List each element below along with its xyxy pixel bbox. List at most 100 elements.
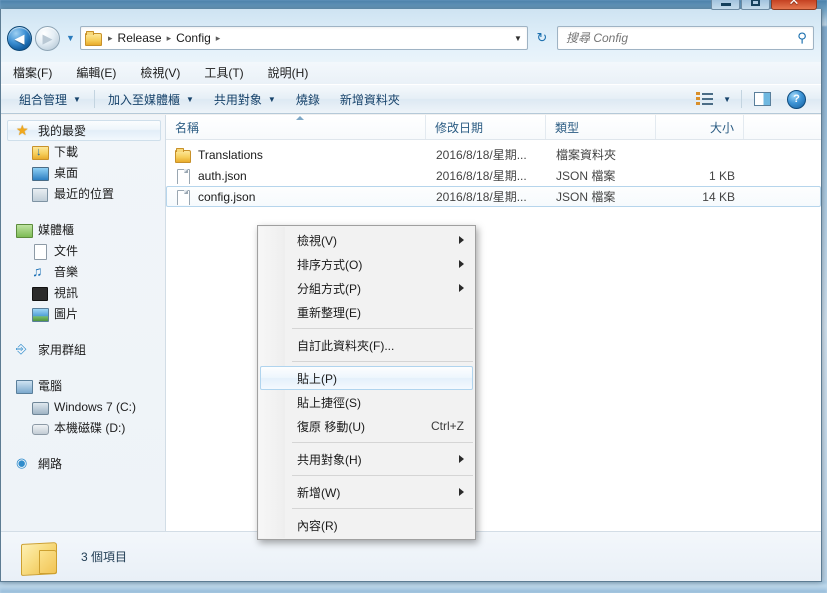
toolbar-burn-label: 燒錄 (295, 92, 320, 107)
breadcrumb-item-release[interactable]: Release (118, 31, 162, 45)
sidebar-item-label: 網路 (38, 457, 63, 471)
sidebar-item-os-drive[interactable]: Windows 7 (C:) (1, 396, 165, 417)
context-menu-item-paste-shortcut[interactable]: 貼上捷徑(S) (258, 390, 475, 414)
file-date: 2016/8/18/星期... (436, 190, 527, 204)
recent-places-icon (32, 186, 48, 202)
breadcrumb: ▸ Release ▸ Config ▸ (81, 27, 509, 49)
maximize-button[interactable] (741, 0, 770, 10)
search-box[interactable]: ⚲ (557, 26, 814, 50)
back-button[interactable]: ◀ (7, 25, 32, 51)
sidebar-item-videos[interactable]: 視訊 (1, 282, 165, 303)
documents-icon (32, 243, 48, 260)
sidebar-item-label: 媒體櫃 (38, 223, 75, 237)
sidebar-item-local-disk-d[interactable]: 本機磁碟 (D:) (1, 417, 165, 438)
toolbar-new-folder-button[interactable]: 新增資料夾 (330, 87, 410, 111)
column-header-name[interactable]: 名稱 (166, 115, 426, 139)
toolbar: 組合管理 ▼ 加入至媒體櫃 ▼ 共用對象 ▼ 燒錄 新增資料夾 ▼ ? (1, 84, 821, 114)
menu-file[interactable]: 檔案(F) (1, 62, 64, 84)
context-menu-item-paste[interactable]: 貼上(P) (260, 366, 473, 390)
breadcrumb-separator-end[interactable]: ▸ (211, 33, 226, 44)
file-type: 檔案資料夾 (556, 148, 617, 162)
sidebar-item-homegroup[interactable]: ⎆ 家用群組 (1, 339, 165, 360)
sidebar-item-computer[interactable]: 電腦 (1, 375, 165, 396)
breadcrumb-separator: ▸ (108, 32, 113, 43)
toolbar-share-with-button[interactable]: 共用對象 ▼ (204, 87, 286, 111)
table-row[interactable]: config.json 2016/8/18/星期... JSON 檔案 14 K… (166, 186, 821, 207)
context-menu-item-properties[interactable]: 內容(R) (258, 513, 475, 537)
menu-edit[interactable]: 編輯(E) (64, 62, 128, 84)
refresh-button[interactable]: ↻ (530, 27, 554, 49)
file-list: Translations 2016/8/18/星期... 檔案資料夾 auth.… (166, 140, 821, 207)
toolbar-include-in-library-button[interactable]: 加入至媒體櫃 ▼ (98, 87, 204, 111)
refresh-icon: ↻ (536, 30, 548, 45)
file-name: auth.json (198, 168, 247, 183)
sidebar-item-libraries[interactable]: 媒體櫃 (1, 219, 165, 240)
chevron-right-icon (459, 284, 464, 292)
column-header-size[interactable]: 大小 (656, 115, 744, 139)
window-caption-buttons: ✕ (711, 0, 817, 11)
chevron-down-icon: ▼ (514, 33, 522, 43)
context-menu-item-accelerator: Ctrl+Z (431, 419, 464, 433)
json-file-icon (175, 168, 191, 184)
breadcrumb-separator[interactable]: ▸ (162, 33, 177, 44)
context-menu-item-label: 貼上捷徑(S) (297, 395, 361, 410)
context-menu-item-refresh[interactable]: 重新整理(E) (258, 300, 475, 324)
context-menu-item-sort-by[interactable]: 排序方式(O) (258, 252, 475, 276)
toolbar-share-with-label: 共用對象 (213, 92, 262, 107)
table-row[interactable]: Translations 2016/8/18/星期... 檔案資料夾 (166, 144, 821, 165)
context-menu-item-new[interactable]: 新增(W) (258, 480, 475, 504)
desktop-icon (32, 165, 49, 181)
sidebar-item-label: 音樂 (54, 265, 79, 279)
toolbar-organize-button[interactable]: 組合管理 ▼ (9, 87, 91, 111)
sidebar-item-downloads[interactable]: 下載 (1, 141, 165, 162)
music-icon: ♫ (32, 262, 43, 279)
preview-pane-icon (754, 92, 771, 106)
sidebar-item-favorites[interactable]: ★ 我的最愛 (7, 120, 161, 141)
close-button[interactable]: ✕ (771, 0, 817, 10)
sidebar-item-music[interactable]: ♫ 音樂 (1, 261, 165, 282)
context-menu-item-share-with[interactable]: 共用對象(H) (258, 447, 475, 471)
column-header-date-modified[interactable]: 修改日期 (426, 115, 546, 139)
file-name: Translations (198, 147, 263, 162)
file-name-cell: Translations (167, 147, 427, 163)
search-icon[interactable]: ⚲ (791, 30, 813, 46)
table-row[interactable]: auth.json 2016/8/18/星期... JSON 檔案 1 KB (166, 165, 821, 186)
column-header-label: 大小 (709, 120, 734, 135)
sidebar-item-label: 本機磁碟 (D:) (54, 421, 126, 435)
context-menu-item-view[interactable]: 檢視(V) (258, 228, 475, 252)
star-icon: ★ (16, 121, 29, 138)
nav-group-computer: 電腦 Windows 7 (C:) 本機磁碟 (D:) (1, 375, 165, 438)
address-dropdown-button[interactable]: ▼ (509, 27, 527, 49)
sidebar-item-desktop[interactable]: 桌面 (1, 162, 165, 183)
column-header-type[interactable]: 類型 (546, 115, 656, 139)
context-menu-item-undo-move[interactable]: 復原 移動(U) Ctrl+Z (258, 414, 475, 438)
toolbar-burn-button[interactable]: 燒錄 (286, 87, 330, 111)
breadcrumb-item-config[interactable]: Config (176, 31, 211, 45)
sidebar-item-network[interactable]: ◉ 網路 (1, 453, 165, 474)
context-menu-item-group-by[interactable]: 分組方式(P) (258, 276, 475, 300)
context-menu-separator (292, 361, 473, 362)
context-menu-item-label: 分組方式(P) (297, 281, 361, 296)
view-options-button[interactable]: ▼ (689, 87, 738, 111)
search-input[interactable] (558, 30, 791, 46)
chevron-down-icon: ▼ (723, 94, 731, 104)
menu-help[interactable]: 說明(H) (256, 62, 321, 84)
sidebar-item-label: Windows 7 (C:) (54, 399, 137, 414)
menu-tools[interactable]: 工具(T) (192, 62, 255, 84)
sidebar-item-pictures[interactable]: 圖片 (1, 303, 165, 324)
sidebar-item-documents[interactable]: 文件 (1, 240, 165, 261)
preview-pane-button[interactable] (745, 87, 780, 111)
context-menu-item-customize-folder[interactable]: 自訂此資料夾(F)... (258, 333, 475, 357)
minimize-button[interactable] (711, 0, 740, 10)
local-disk-icon (32, 420, 49, 436)
menu-view[interactable]: 檢視(V) (128, 62, 192, 84)
context-menu-item-label: 自訂此資料夾(F)... (297, 338, 395, 353)
close-icon: ✕ (788, 0, 800, 8)
help-button[interactable]: ? (780, 87, 813, 111)
forward-button[interactable]: ▶ (35, 25, 60, 51)
column-headers: 名稱 修改日期 類型 大小 (166, 115, 821, 140)
address-bar[interactable]: ▸ Release ▸ Config ▸ ▼ (80, 26, 528, 50)
column-header-label: 修改日期 (435, 120, 484, 135)
recent-pages-button[interactable]: ▼ (64, 28, 77, 48)
sidebar-item-recent-places[interactable]: 最近的位置 (1, 183, 165, 204)
